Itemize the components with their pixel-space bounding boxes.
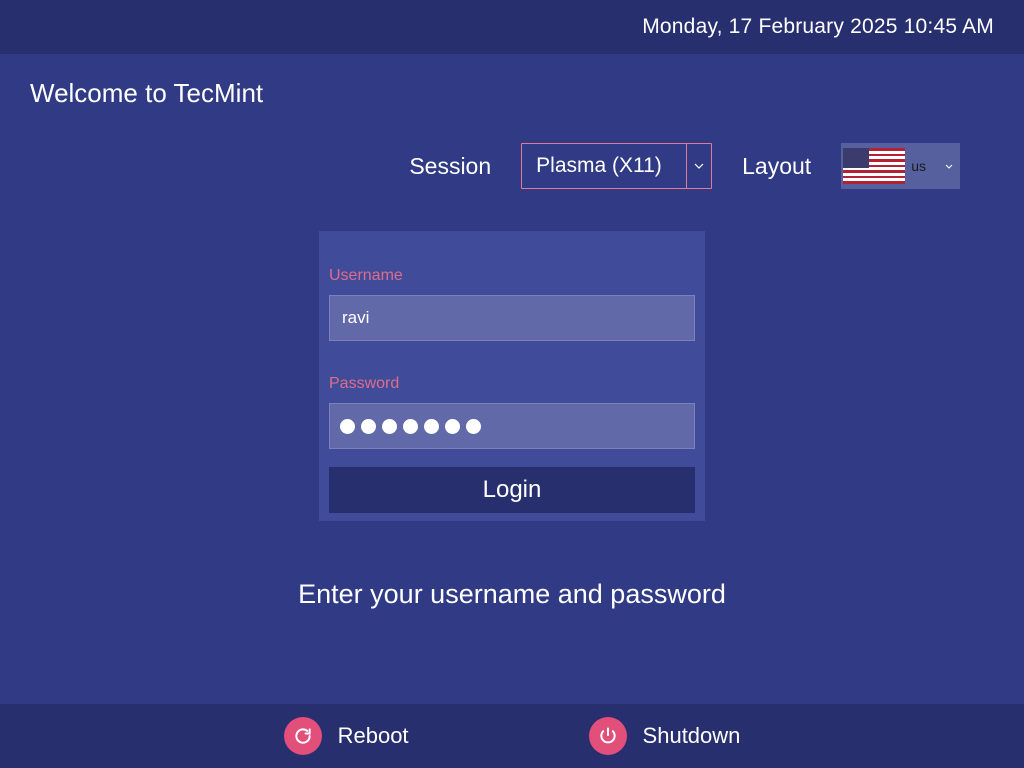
password-dot xyxy=(361,419,376,434)
shutdown-label: Shutdown xyxy=(643,723,741,749)
layout-dropdown-toggle[interactable] xyxy=(938,143,960,189)
password-dot xyxy=(382,419,397,434)
shutdown-button[interactable]: Shutdown xyxy=(589,717,741,755)
username-label: Username xyxy=(329,267,695,285)
power-icon xyxy=(589,717,627,755)
bottom-bar: Reboot Shutdown xyxy=(0,704,1024,768)
password-dot xyxy=(466,419,481,434)
session-label: Session xyxy=(409,153,491,180)
us-flag-icon xyxy=(843,148,905,184)
session-dropdown-toggle[interactable] xyxy=(687,144,711,188)
reboot-label: Reboot xyxy=(338,723,409,749)
login-button[interactable]: Login xyxy=(329,467,695,513)
welcome-text: Welcome to TecMint xyxy=(30,78,994,109)
date-time: Monday, 17 February 2025 10:45 AM xyxy=(642,15,994,39)
login-card: Username Password Login xyxy=(319,231,705,521)
reboot-button[interactable]: Reboot xyxy=(284,717,409,755)
chevron-down-icon xyxy=(945,164,953,169)
session-select[interactable]: Plasma (X11) xyxy=(521,143,712,189)
password-label: Password xyxy=(329,375,695,393)
session-value: Plasma (X11) xyxy=(522,154,686,178)
layout-select[interactable]: us xyxy=(841,143,960,189)
password-dot xyxy=(340,419,355,434)
password-dot xyxy=(403,419,418,434)
layout-code: us xyxy=(905,158,932,174)
password-dot xyxy=(424,419,439,434)
reboot-icon xyxy=(284,717,322,755)
selector-row: Session Plasma (X11) Layout us xyxy=(30,143,994,189)
instruction-text: Enter your username and password xyxy=(0,579,1024,610)
top-bar: Monday, 17 February 2025 10:45 AM xyxy=(0,0,1024,54)
chevron-down-icon xyxy=(694,163,704,169)
password-dot xyxy=(445,419,460,434)
header: Welcome to TecMint Session Plasma (X11) … xyxy=(0,54,1024,189)
username-input[interactable] xyxy=(329,295,695,341)
password-input[interactable] xyxy=(329,403,695,449)
layout-label: Layout xyxy=(742,153,811,180)
